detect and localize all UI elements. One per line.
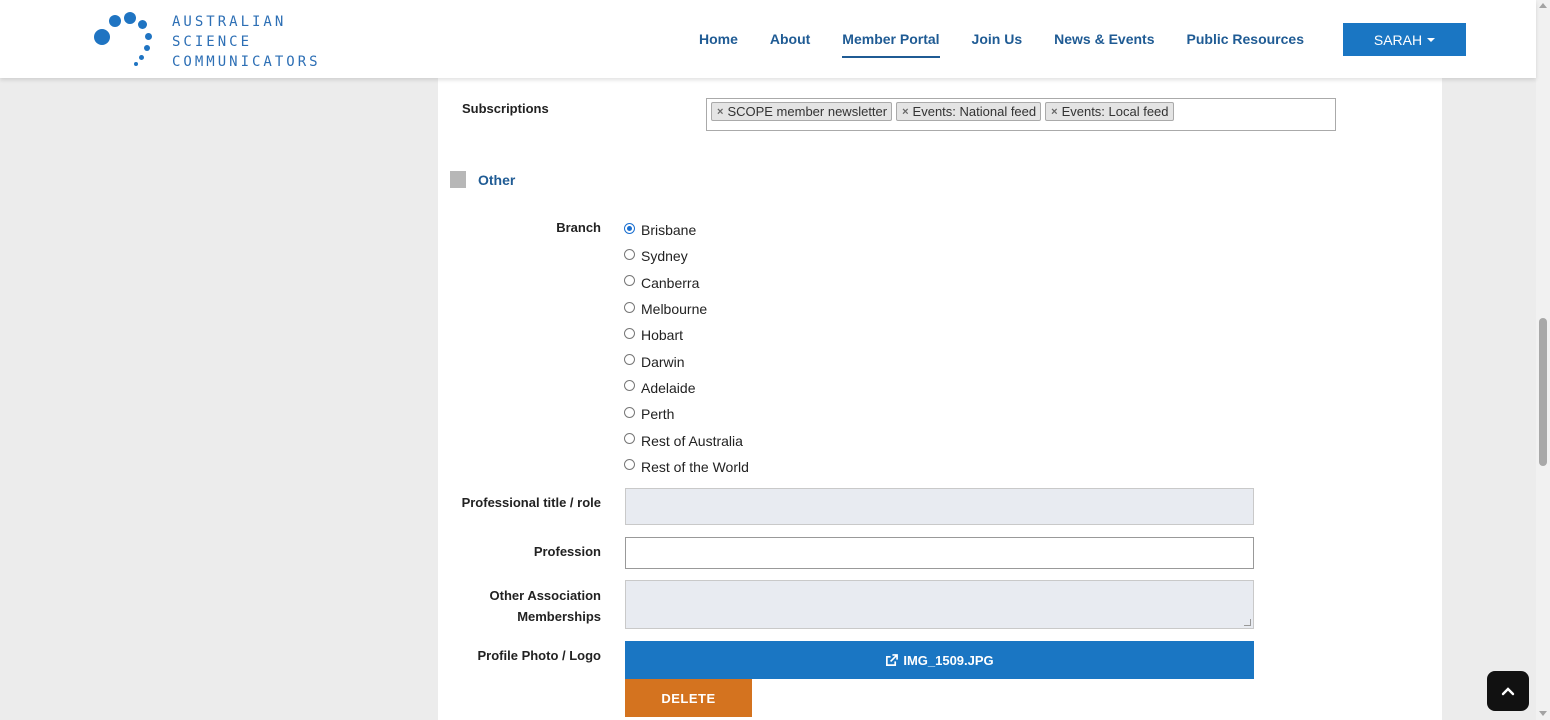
branch-option-label: Hobart <box>641 327 684 344</box>
branch-option-label: Darwin <box>641 353 685 370</box>
site-logo[interactable]: AUSTRALIAN SCIENCE COMMUNICATORS <box>94 12 318 70</box>
logo-line-3: COMMUNICATORS <box>172 54 321 70</box>
radio-icon[interactable] <box>624 275 635 287</box>
profile-photo-file-link[interactable]: IMG_1509.JPG <box>625 641 1254 679</box>
branch-option-label: Rest of the World <box>641 458 749 475</box>
logo-line-2: SCIENCE <box>172 34 253 50</box>
remove-tag-icon[interactable]: × <box>717 106 723 118</box>
branch-option-rest-of-world[interactable]: Rest of the World <box>624 454 749 480</box>
delete-photo-button[interactable]: DELETE <box>625 679 752 717</box>
professional-title-input[interactable] <box>625 488 1254 525</box>
subscription-tag-label: Events: National feed <box>912 104 1037 119</box>
site-header: AUSTRALIAN SCIENCE COMMUNICATORS Home Ab… <box>0 0 1536 78</box>
branch-option-label: Rest of Australia <box>641 432 743 449</box>
branch-option-adelaide[interactable]: Adelaide <box>624 375 749 401</box>
branch-option-hobart[interactable]: Hobart <box>624 322 749 348</box>
branch-option-rest-of-australia[interactable]: Rest of Australia <box>624 427 749 453</box>
logo-text: AUSTRALIAN SCIENCE COMMUNICATORS <box>172 12 321 72</box>
nav-news-events[interactable]: News & Events <box>1054 29 1154 49</box>
other-memberships-label-2: Memberships <box>517 609 601 624</box>
professional-title-label: Professional title / role <box>461 495 601 510</box>
scroll-down-icon[interactable] <box>1539 711 1547 716</box>
radio-icon[interactable] <box>624 406 635 418</box>
other-memberships-textarea[interactable] <box>625 580 1254 629</box>
user-menu-label: SARAH <box>1373 31 1423 48</box>
radio-icon[interactable] <box>624 301 635 313</box>
nav-member-portal[interactable]: Member Portal <box>842 29 940 58</box>
nav-about[interactable]: About <box>770 29 810 49</box>
radio-icon[interactable] <box>624 354 635 366</box>
branch-option-canberra[interactable]: Canberra <box>624 270 749 296</box>
branch-option-label: Perth <box>641 406 675 423</box>
resize-handle-icon[interactable] <box>1244 619 1251 626</box>
main-nav: Home About Member Portal Join Us News & … <box>667 0 1304 78</box>
logo-line-1: AUSTRALIAN <box>172 14 287 30</box>
subscription-tag: × Events: National feed <box>896 102 1042 121</box>
branch-option-darwin[interactable]: Darwin <box>624 348 749 374</box>
scroll-thumb[interactable] <box>1539 318 1547 466</box>
branch-option-sydney[interactable]: Sydney <box>624 243 749 269</box>
chevron-up-icon <box>1501 687 1515 696</box>
profile-photo-label: Profile Photo / Logo <box>477 648 602 663</box>
branch-option-label: Adelaide <box>641 379 696 396</box>
remove-tag-icon[interactable]: × <box>1051 106 1057 118</box>
radio-icon[interactable] <box>624 459 635 471</box>
user-menu-button[interactable]: SARAH <box>1343 23 1466 56</box>
branch-option-melbourne[interactable]: Melbourne <box>624 296 749 322</box>
profile-form-panel: Subscriptions × SCOPE member newsletter … <box>438 78 1442 720</box>
branch-label: Branch <box>556 220 601 235</box>
subscription-tag-label: Events: Local feed <box>1061 104 1169 119</box>
nav-join-us[interactable]: Join Us <box>972 29 1023 49</box>
subscription-tag: × Events: Local feed <box>1045 102 1174 121</box>
external-link-icon <box>886 653 899 666</box>
nav-home[interactable]: Home <box>699 29 738 49</box>
branch-option-label: Melbourne <box>641 301 708 318</box>
radio-icon[interactable] <box>624 380 635 392</box>
branch-option-label: Canberra <box>641 274 700 291</box>
profile-photo-filename: IMG_1509.JPG <box>903 652 994 668</box>
radio-icon[interactable] <box>624 248 635 260</box>
section-collapse-icon <box>450 171 466 188</box>
branch-option-brisbane[interactable]: Brisbane <box>624 217 749 243</box>
caret-down-icon <box>1427 37 1436 42</box>
radio-icon[interactable] <box>624 327 635 339</box>
subscription-tag-label: SCOPE member newsletter <box>727 104 888 119</box>
subscriptions-multiselect[interactable]: × SCOPE member newsletter × Events: Nati… <box>706 98 1336 131</box>
section-other-header[interactable]: Other <box>450 171 515 188</box>
section-title: Other <box>478 171 516 188</box>
profession-input[interactable] <box>625 537 1254 569</box>
logo-dots-icon <box>94 12 158 68</box>
nav-public-resources[interactable]: Public Resources <box>1187 29 1305 49</box>
other-memberships-label-1: Other Association <box>489 588 601 603</box>
page-scrollbar[interactable] <box>1536 0 1550 720</box>
radio-icon[interactable] <box>624 433 635 445</box>
back-to-top-button[interactable] <box>1487 671 1529 711</box>
profession-label: Profession <box>533 544 601 559</box>
radio-checked-icon[interactable] <box>624 222 635 234</box>
branch-option-perth[interactable]: Perth <box>624 401 749 427</box>
branch-radio-group: Brisbane Sydney Canberra Melbourne Hobar… <box>624 217 749 480</box>
remove-tag-icon[interactable]: × <box>902 106 908 118</box>
scroll-up-icon[interactable] <box>1539 3 1547 8</box>
subscriptions-label: Subscriptions <box>462 101 549 116</box>
branch-option-label: Sydney <box>641 248 688 265</box>
branch-option-label: Brisbane <box>641 222 697 239</box>
subscription-tag: × SCOPE member newsletter <box>711 102 893 121</box>
